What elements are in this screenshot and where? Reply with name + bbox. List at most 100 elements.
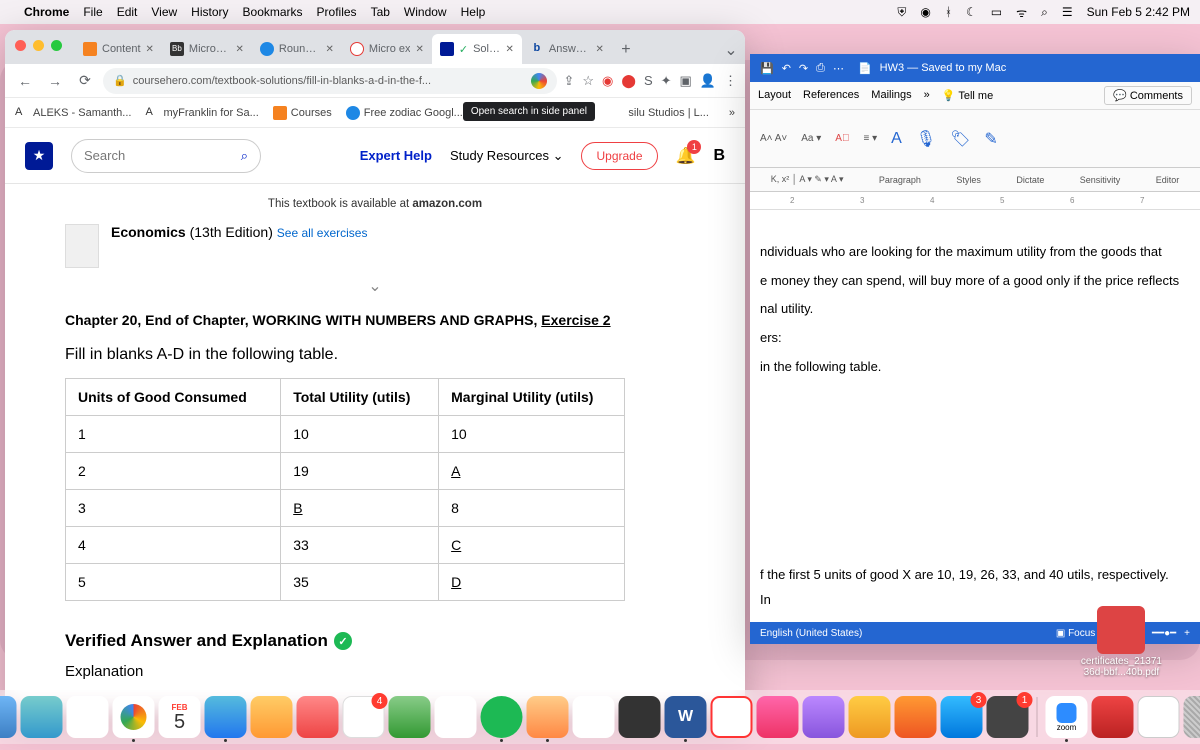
close-icon[interactable]: ✕ [505,44,513,55]
close-icon[interactable]: ✕ [236,44,244,55]
mail-icon[interactable] [205,696,247,738]
word-icon[interactable]: W [665,696,707,738]
clear-formatting-button[interactable]: A⃠ [831,133,853,144]
powerpoint-icon[interactable] [1092,696,1134,738]
ellipsis-icon[interactable]: ⋯ [833,62,844,75]
podcasts-icon[interactable] [803,696,845,738]
tell-me-search[interactable]: 💡 Tell me [942,89,993,102]
close-icon[interactable]: ✕ [415,44,423,55]
reminders-icon[interactable] [297,696,339,738]
extension-icon[interactable]: ⬤ [621,73,636,89]
exercise-link[interactable]: Exercise 2 [541,312,610,328]
editor-icon[interactable]: ✎ [980,129,1001,149]
bookmark-aleks[interactable]: AALEKS - Samanth... [15,106,131,120]
calendar-icon[interactable]: FEB5 [159,696,201,738]
spotify-icon[interactable] [481,696,523,738]
undo-icon[interactable]: ↶ [782,62,791,75]
google-icon[interactable] [531,73,547,89]
zoom-in-button[interactable]: + [1184,628,1190,639]
tab-answere[interactable]: bAnswere✕ [522,34,612,64]
bookmark-courses[interactable]: Courses [273,106,332,120]
xcode-icon[interactable] [435,696,477,738]
battery-icon[interactable]: ▭ [991,5,1002,19]
bluetooth-icon[interactable]: ᚼ [945,5,952,19]
search-input[interactable]: Search ⌕ [71,139,261,173]
trash-icon[interactable] [1184,696,1200,738]
appstore-icon[interactable]: 3 [941,696,983,738]
calculator-icon[interactable] [619,696,661,738]
extensions-icon[interactable]: ✦ [661,73,672,89]
dictate-icon[interactable]: 🎙 [912,129,940,149]
profile-avatar[interactable]: B [713,147,725,165]
shield-icon[interactable]: ⛨ [897,5,906,20]
expert-help-link[interactable]: Expert Help [360,148,432,163]
tab-overflow-button[interactable]: ⌄ [717,36,745,64]
tab-solve-active[interactable]: ✓Solve✕ [432,34,522,64]
upgrade-button[interactable]: Upgrade [581,142,657,170]
see-all-exercises-link[interactable]: See all exercises [277,226,368,240]
bookmarks-overflow-icon[interactable]: » [729,107,735,119]
sidepanel-icon[interactable]: ▣ [680,73,692,89]
moon-icon[interactable]: ☾ [966,5,977,19]
tab-content[interactable]: Content✕ [75,34,162,64]
launchpad-icon[interactable] [67,696,109,738]
amazon-link[interactable]: amazon.com [412,198,482,210]
ribbon-tab-layout[interactable]: Layout [758,89,791,102]
extension-icon[interactable]: S [644,73,653,88]
align-button[interactable]: ≡ ▾ [859,133,881,144]
bookmark-silu[interactable]: silu Studios | L... [628,107,709,119]
bookmark-franklin[interactable]: AmyFranklin for Sa... [145,106,258,120]
minimize-window-button[interactable] [33,40,44,51]
forward-button[interactable]: → [43,69,67,93]
collapse-chevron-icon[interactable]: ⌄ [65,276,685,296]
ruler[interactable]: 234567 [750,192,1200,210]
share-icon[interactable]: ⇪ [563,73,574,89]
star-icon[interactable]: ☆ [582,73,594,89]
print-icon[interactable]: ⎙ [816,62,825,75]
airplay-icon[interactable]: ◉ [920,5,930,19]
tab-microsoft[interactable]: BbMicrosoft✕ [162,34,252,64]
contacts-icon[interactable] [251,696,293,738]
tab-micro[interactable]: Micro ex✕ [342,34,432,64]
reload-button[interactable]: ⟳ [73,69,97,93]
close-icon[interactable]: ✕ [595,44,603,55]
downloads-icon[interactable] [1138,696,1180,738]
music-icon[interactable] [757,696,799,738]
menubar-clock[interactable]: Sun Feb 5 2:42 PM [1087,5,1190,19]
menu-edit[interactable]: Edit [117,5,138,19]
styles-pane-icon[interactable]: A [887,130,906,148]
notes-icon[interactable]: 4 [343,696,385,738]
new-tab-button[interactable]: + [612,36,640,64]
font-size-controls[interactable]: A˄ A˅ [756,133,791,144]
change-case-button[interactable]: Aa ▾ [797,133,825,144]
bookmark-zodiac[interactable]: Free zodiac Googl... [346,106,463,120]
books-icon[interactable] [895,696,937,738]
status-language[interactable]: English (United States) [760,628,862,639]
menu-help[interactable]: Help [461,5,486,19]
menu-view[interactable]: View [151,5,177,19]
sensitivity-icon[interactable]: 🏷 [946,129,974,149]
ribbon-tabs-overflow[interactable]: » [924,89,930,102]
study-resources-dropdown[interactable]: Study Resources ⌄ [450,148,564,164]
grammarly-icon[interactable] [573,696,615,738]
extension-icon[interactable]: ◉ [602,73,613,89]
search-icon[interactable]: ⌕ [241,148,248,164]
chrome-icon[interactable] [113,696,155,738]
pages-icon[interactable] [849,696,891,738]
news-icon[interactable] [711,696,753,738]
settings-icon[interactable]: 1 [987,696,1029,738]
close-icon[interactable]: ✕ [326,44,334,55]
autosave-icon[interactable]: 💾 [760,62,774,75]
menu-tab[interactable]: Tab [371,5,390,19]
address-bar[interactable]: 🔒 coursehero.com/textbook-solutions/fill… [103,68,557,94]
search-icon[interactable]: ⌕ [1041,5,1048,20]
finder-icon[interactable] [0,696,17,738]
menu-window[interactable]: Window [404,5,447,19]
close-icon[interactable]: ✕ [146,44,154,55]
numbers-icon[interactable] [389,696,431,738]
book-cover-icon[interactable] [65,224,99,268]
photos-icon[interactable] [527,696,569,738]
comments-button[interactable]: 💬 Comments [1104,86,1192,105]
menu-history[interactable]: History [191,5,228,19]
ribbon-tab-references[interactable]: References [803,89,859,102]
